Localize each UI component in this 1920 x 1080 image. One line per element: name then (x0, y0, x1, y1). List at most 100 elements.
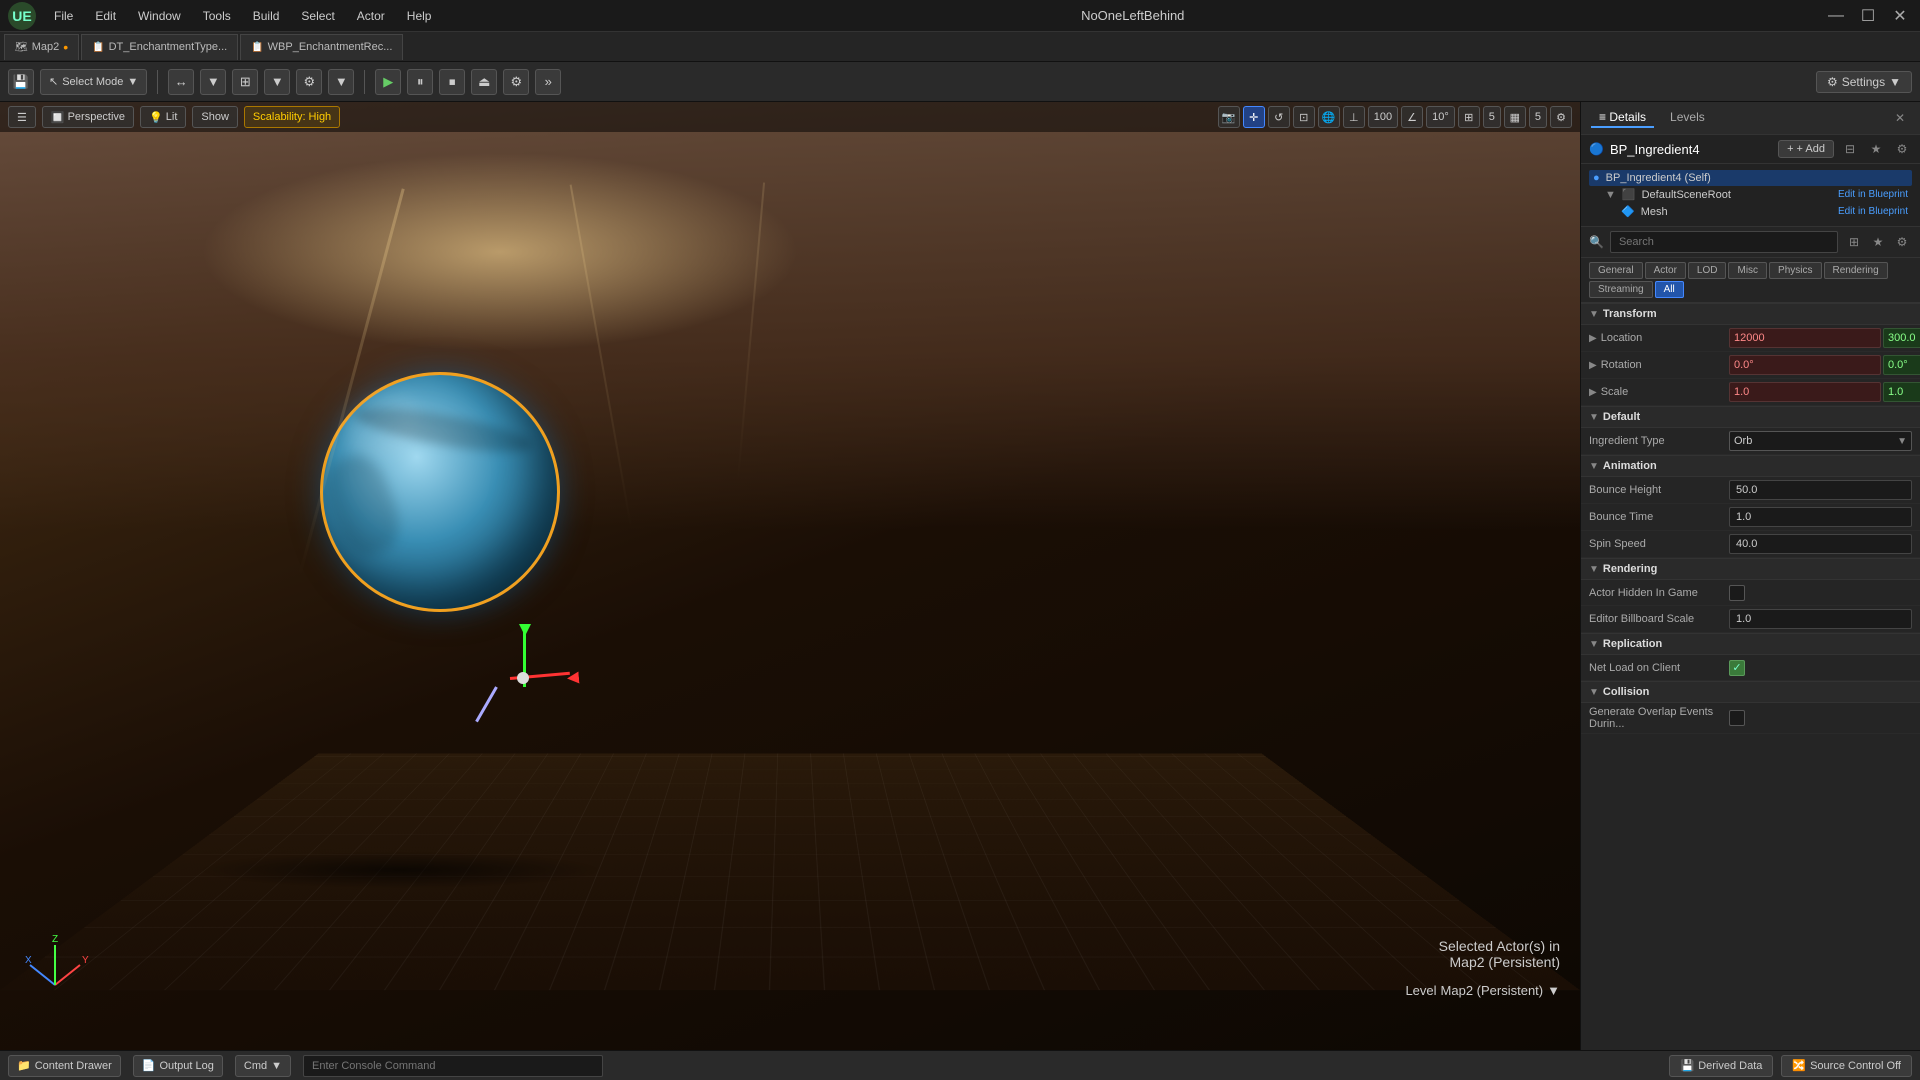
settings-menu-button[interactable]: ⚙ Settings ▼ (1816, 71, 1912, 93)
filter-actor[interactable]: Actor (1645, 262, 1686, 279)
settings-button-play[interactable]: ⚙ (503, 69, 529, 95)
filter-settings-button[interactable]: ⚙ (1892, 232, 1912, 252)
bounce-height-input[interactable] (1729, 480, 1912, 500)
camera-speed-icon[interactable]: 📷 (1218, 106, 1240, 128)
component-mesh[interactable]: 🔷 Mesh Edit in Blueprint (1589, 203, 1912, 220)
transform-button[interactable]: ↔ (168, 69, 194, 95)
play-button[interactable]: ▶ (375, 69, 401, 95)
menu-window[interactable]: Window (128, 7, 191, 25)
location-x-input[interactable] (1729, 328, 1881, 348)
tab-levels[interactable]: Levels (1662, 108, 1713, 128)
filter-lod[interactable]: LOD (1688, 262, 1727, 279)
scale-y-input[interactable] (1883, 382, 1920, 402)
component-bp-ingredient[interactable]: ● BP_Ingredient4 (Self) (1589, 170, 1912, 186)
viewport[interactable]: ☰ 🔲 Perspective 💡 Lit Show Scalability: … (0, 102, 1580, 1050)
ingredient-type-dropdown[interactable]: Orb ▼ (1729, 431, 1912, 451)
bounce-time-input[interactable] (1729, 507, 1912, 527)
net-load-checkbox[interactable]: ✓ (1729, 660, 1745, 676)
ingredient-orb[interactable] (320, 372, 560, 612)
filter-streaming[interactable]: Streaming (1589, 281, 1653, 298)
menu-build[interactable]: Build (243, 7, 290, 25)
filter-physics[interactable]: Physics (1769, 262, 1821, 279)
fov-value[interactable]: 100 (1368, 106, 1398, 128)
component-default-scene-root[interactable]: ▼ ⬛ DefaultSceneRoot Edit in Blueprint (1589, 186, 1912, 203)
viewport-options[interactable]: ⚙ (1550, 106, 1572, 128)
scale-x-input[interactable] (1729, 382, 1881, 402)
stop-button[interactable]: ⏹ (439, 69, 465, 95)
build-button[interactable]: ⚙ (296, 69, 322, 95)
pause-button[interactable]: ⏸ (407, 69, 433, 95)
translate-tool[interactable]: ✛ (1243, 106, 1265, 128)
menu-help[interactable]: Help (397, 7, 442, 25)
maximize-button[interactable]: ☐ (1856, 4, 1880, 28)
mesh-edit-link[interactable]: Edit in Blueprint (1838, 206, 1908, 217)
settings-gear-button[interactable]: ⚙ (1892, 139, 1912, 159)
star-button[interactable]: ★ (1866, 139, 1886, 159)
build-arrow[interactable]: ▼ (328, 69, 354, 95)
location-expand[interactable]: ▶ (1589, 333, 1597, 344)
layout-button[interactable]: ⊟ (1840, 139, 1860, 159)
angle-snap-toggle[interactable]: ∠ (1401, 106, 1423, 128)
filter-all[interactable]: All (1655, 281, 1684, 298)
world-local-toggle[interactable]: 🌐 (1318, 106, 1340, 128)
collision-section-header[interactable]: ▼ Collision (1581, 681, 1920, 703)
save-button[interactable]: 💾 (8, 69, 34, 95)
scene-root-edit-link[interactable]: Edit in Blueprint (1838, 189, 1908, 200)
menu-file[interactable]: File (44, 7, 83, 25)
output-log-button[interactable]: 📄 Output Log (133, 1055, 223, 1077)
menu-edit[interactable]: Edit (85, 7, 126, 25)
tab-dt-enchantment[interactable]: 📋 DT_EnchantmentType... (81, 34, 238, 60)
menu-tools[interactable]: Tools (193, 7, 241, 25)
tab-map2[interactable]: 🗺 Map2 • (4, 34, 79, 60)
close-details-button[interactable]: ✕ (1890, 108, 1910, 128)
tab-wbp-enchantment[interactable]: 📋 WBP_EnchantmentRec... (240, 34, 403, 60)
replication-section-header[interactable]: ▼ Replication (1581, 633, 1920, 655)
snap-arrow[interactable]: ▼ (264, 69, 290, 95)
actor-hidden-checkbox[interactable] (1729, 585, 1745, 601)
filter-general[interactable]: General (1589, 262, 1643, 279)
derived-data-button[interactable]: 💾 Derived Data (1669, 1055, 1773, 1077)
lit-button[interactable]: 💡 Lit (140, 106, 186, 128)
transform-arrow[interactable]: ▼ (200, 69, 226, 95)
select-mode-button[interactable]: ↖ Select Mode ▼ (40, 69, 147, 95)
menu-select[interactable]: Select (291, 7, 344, 25)
rendering-section-header[interactable]: ▼ Rendering (1581, 558, 1920, 580)
grid-snap-toggle[interactable]: ▦ (1504, 106, 1526, 128)
content-drawer-button[interactable]: 📁 Content Drawer (8, 1055, 121, 1077)
animation-section-header[interactable]: ▼ Animation (1581, 455, 1920, 477)
surface-snapping[interactable]: ⊥ (1343, 106, 1365, 128)
rotation-expand[interactable]: ▶ (1589, 360, 1597, 371)
grid-view-button[interactable]: ⊞ (1844, 232, 1864, 252)
rotate-tool[interactable]: ↺ (1268, 106, 1290, 128)
scale-tool[interactable]: ⊡ (1293, 106, 1315, 128)
more-button[interactable]: » (535, 69, 561, 95)
scale-expand[interactable]: ▶ (1589, 387, 1597, 398)
scale-snap-toggle[interactable]: ⊞ (1458, 106, 1480, 128)
snap-button[interactable]: ⊞ (232, 69, 258, 95)
billboard-scale-input[interactable] (1729, 609, 1912, 629)
filter-rendering[interactable]: Rendering (1824, 262, 1888, 279)
viewport-menu-button[interactable]: ☰ (8, 106, 36, 128)
filter-misc[interactable]: Misc (1728, 262, 1767, 279)
scalability-button[interactable]: Scalability: High (244, 106, 340, 128)
perspective-button[interactable]: 🔲 Perspective (42, 106, 134, 128)
rotation-x-input[interactable] (1729, 355, 1881, 375)
default-section-header[interactable]: ▼ Default (1581, 406, 1920, 428)
location-y-input[interactable] (1883, 328, 1920, 348)
overlap-events-checkbox[interactable] (1729, 710, 1745, 726)
console-command-input[interactable] (303, 1055, 603, 1077)
minimize-button[interactable]: — (1824, 4, 1848, 28)
transform-gizmo[interactable] (480, 632, 580, 732)
search-input[interactable] (1610, 231, 1838, 253)
transform-section-header[interactable]: ▼ Transform (1581, 303, 1920, 325)
menu-actor[interactable]: Actor (347, 7, 395, 25)
spin-speed-input[interactable] (1729, 534, 1912, 554)
bookmark-button[interactable]: ★ (1868, 232, 1888, 252)
rotation-y-input[interactable] (1883, 355, 1920, 375)
cmd-button[interactable]: Cmd ▼ (235, 1055, 291, 1077)
tab-details[interactable]: ≡ Details (1591, 108, 1654, 128)
source-control-button[interactable]: 🔀 Source Control Off (1781, 1055, 1912, 1077)
eject-button[interactable]: ⏏ (471, 69, 497, 95)
show-button[interactable]: Show (192, 106, 238, 128)
add-component-button[interactable]: + + Add (1778, 140, 1834, 158)
